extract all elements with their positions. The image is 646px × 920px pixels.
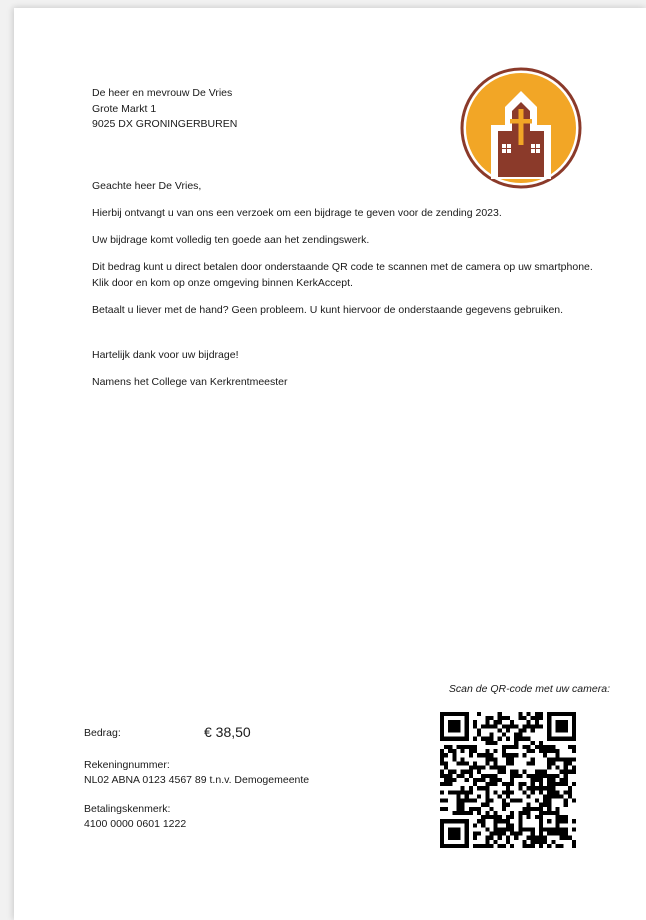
amount-value: € 38,50 [204, 724, 251, 740]
recipient-name: De heer en mevrouw De Vries [92, 87, 233, 99]
reference-label: Betalingskenmerk: [84, 803, 171, 815]
amount-label: Bedrag: [84, 727, 121, 739]
letter-page: De heer en mevrouw De Vries Grote Markt … [14, 8, 646, 920]
qr-code-icon[interactable] [440, 712, 576, 848]
qr-caption: Scan de QR-code met uw camera: [448, 683, 610, 695]
recipient-city: 9025 DX GRONINGERBUREN [92, 118, 238, 130]
letter-signature: Namens het College van Kerkrentmeester [92, 376, 288, 388]
letter-paragraph-1: Hierbij ontvangt u van ons een verzoek o… [92, 207, 502, 219]
church-logo-icon [460, 67, 582, 189]
account-block: Rekeningnummer: NL02 ABNA 0123 4567 89 t… [84, 758, 309, 788]
account-label: Rekeningnummer: [84, 759, 170, 771]
letter-greeting: Geachte heer De Vries, [92, 180, 202, 192]
recipient-street: Grote Markt 1 [92, 102, 157, 115]
reference-number: 4100 0000 0601 1222 [84, 818, 187, 830]
letter-paragraph-4: Betaalt u liever met de hand? Geen probl… [92, 304, 564, 316]
letter-paragraph-2: Uw bijdrage komt volledig ten goede aan … [92, 234, 370, 246]
letter-paragraph-3: Dit bedrag kunt u direct betalen door on… [92, 261, 593, 289]
recipient-address: De heer en mevrouw De Vries Grote Markt … [92, 86, 237, 133]
letter-thanks: Hartelijk dank voor uw bijdrage! [92, 349, 239, 361]
reference-block: Betalingskenmerk: 4100 0000 0601 1222 [84, 802, 186, 832]
account-number: NL02 ABNA 0123 4567 89 t.n.v. Demogemeen… [84, 774, 310, 786]
